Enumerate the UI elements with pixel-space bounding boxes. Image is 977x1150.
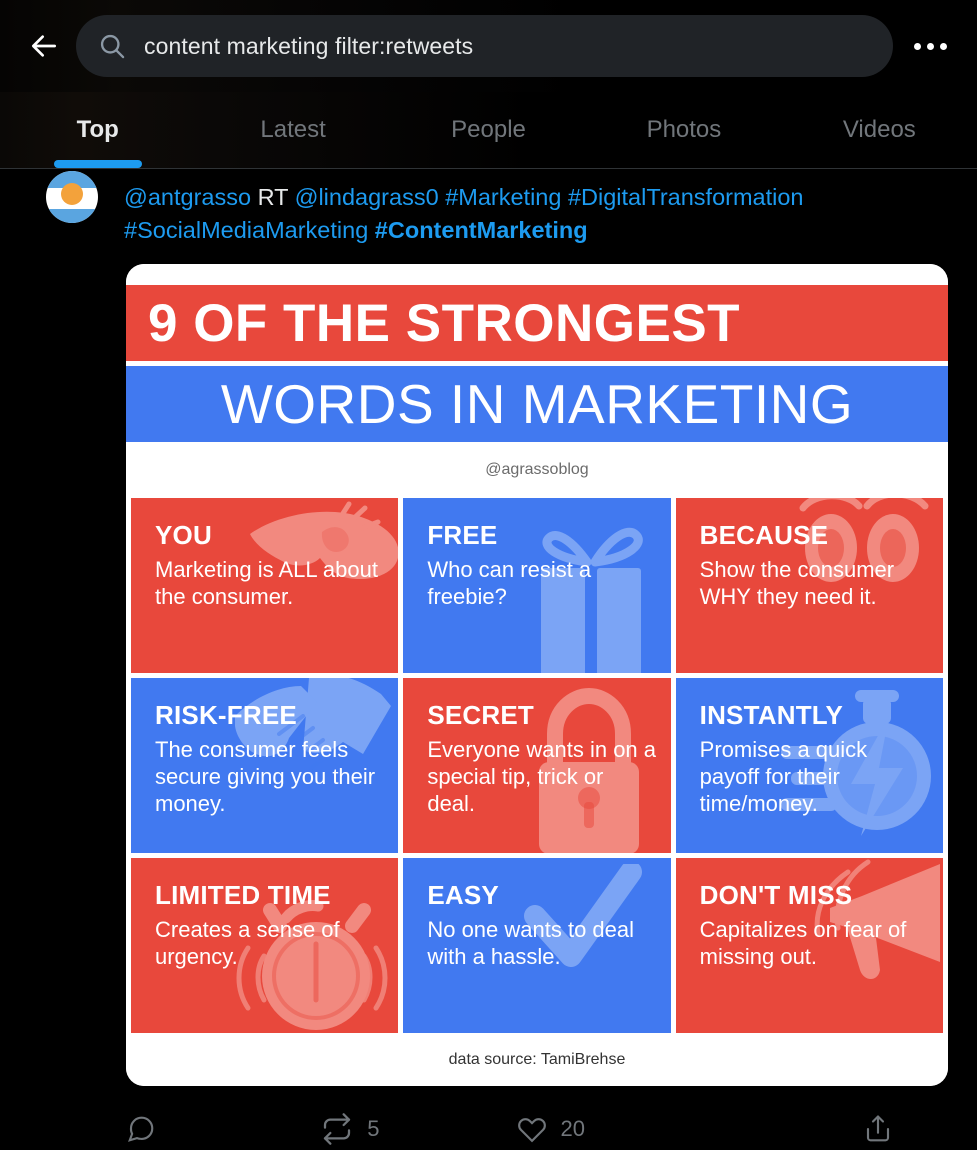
search-input[interactable]: content marketing filter:retweets — [76, 15, 893, 77]
hashtag-contentmarketing[interactable]: #ContentMarketing — [375, 217, 588, 243]
retweet-count: 5 — [367, 1116, 380, 1141]
card-word: FREE — [427, 520, 498, 550]
mention-antgrasso[interactable]: @antgrasso — [124, 184, 251, 210]
back-button[interactable] — [22, 24, 66, 68]
tweet-media-infographic[interactable]: 9 OF THE STRONGEST WORDS IN MARKETING @a… — [126, 264, 948, 1086]
card-desc: Marketing is ALL about the consumer. — [155, 557, 378, 609]
share-icon — [863, 1114, 893, 1144]
tweet-card[interactable]: @antgrasso RT @lindagrass0 #Marketing #D… — [0, 169, 977, 1150]
tab-latest[interactable]: Latest — [195, 92, 390, 168]
card-word: BECAUSE — [699, 520, 829, 550]
infographic-card: FREE Who can resist a freebie? — [403, 498, 671, 673]
card-desc: Creates a sense of urgency. — [155, 917, 340, 969]
card-desc: The consumer feels secure giving you the… — [155, 737, 376, 816]
infographic-card-grid: YOU Marketing is ALL about the consumer. — [126, 498, 948, 1033]
tab-label: People — [451, 116, 526, 143]
card-word: DON'T MISS — [699, 880, 853, 910]
search-query-text: content marketing filter:retweets — [144, 32, 474, 59]
hashtag-socialmediamarketing[interactable]: #SocialMediaMarketing — [124, 217, 368, 243]
infographic-card: EASY No one wants to deal with a hassle. — [403, 858, 671, 1033]
card-word: SECRET — [427, 700, 534, 730]
infographic-card: LIMITED TIME Creates a sense of urgency. — [131, 858, 399, 1033]
tab-label: Latest — [260, 116, 326, 143]
tab-videos[interactable]: Videos — [782, 92, 977, 168]
card-desc: Who can resist a freebie? — [427, 557, 592, 609]
infographic-card: INSTANTLY Promises a quick payoff for th… — [675, 678, 943, 853]
infographic-card: DON'T MISS Capitalizes on fear of missin… — [675, 858, 943, 1033]
card-word: YOU — [155, 520, 212, 550]
card-word: RISK-FREE — [155, 700, 297, 730]
infographic-source: data source: TamiBrehse — [126, 1033, 948, 1086]
tab-top[interactable]: Top — [0, 92, 195, 168]
active-tab-indicator — [53, 160, 142, 168]
like-button[interactable]: 20 — [517, 1114, 712, 1144]
top-app-bar: content marketing filter:retweets — [0, 0, 977, 92]
tab-people[interactable]: People — [391, 92, 586, 168]
card-desc: Capitalizes on fear of missing out. — [699, 917, 907, 969]
tab-label: Top — [76, 116, 119, 143]
tweet-action-bar: 5 20 — [126, 1104, 947, 1150]
card-desc: No one wants to deal with a hassle. — [427, 917, 635, 969]
card-desc: Promises a quick payoff for their time/m… — [699, 737, 868, 816]
reply-icon — [126, 1114, 156, 1144]
hashtag-marketing[interactable]: #Marketing — [445, 184, 561, 210]
share-button[interactable] — [712, 1114, 947, 1144]
hashtag-digitaltransformation[interactable]: #DigitalTransformation — [568, 184, 804, 210]
more-options-icon — [913, 42, 921, 50]
infographic-title-line1: 9 OF THE STRONGEST — [126, 285, 948, 361]
infographic-card: YOU Marketing is ALL about the consumer. — [131, 498, 399, 673]
tab-label: Videos — [842, 116, 916, 143]
card-desc: Everyone wants in on a special tip, tric… — [427, 737, 657, 816]
infographic-card: SECRET Everyone wants in on a special ti… — [403, 678, 671, 853]
search-icon — [98, 32, 126, 60]
card-desc: Show the consumer WHY they need it. — [699, 557, 895, 609]
infographic-card: RISK-FREE The consumer feels secure givi… — [131, 678, 399, 853]
avatar[interactable] — [46, 171, 98, 223]
mention-lindagrass0[interactable]: @lindagrass0 — [295, 184, 439, 210]
reply-button[interactable] — [126, 1114, 321, 1144]
card-word: EASY — [427, 880, 499, 910]
infographic-handle: @agrassoblog — [126, 442, 948, 498]
tab-label: Photos — [646, 116, 722, 143]
like-count: 20 — [560, 1116, 585, 1141]
retweet-button[interactable]: 5 — [321, 1113, 516, 1145]
twitter-search-results-screen: content marketing filter:retweets Top La… — [0, 0, 977, 1150]
infographic-title-line2: WORDS IN MARKETING — [126, 366, 948, 442]
more-options-button[interactable] — [905, 24, 955, 68]
card-word: INSTANTLY — [699, 700, 844, 730]
arrow-left-icon — [28, 30, 60, 62]
infographic-card: BECAUSE Show the consumer WHY they need … — [675, 498, 943, 673]
heart-icon — [517, 1114, 547, 1144]
retweet-icon — [321, 1113, 353, 1145]
search-tab-bar: Top Latest People Photos Videos — [0, 92, 977, 169]
tab-photos[interactable]: Photos — [586, 92, 781, 168]
tweet-text: @antgrasso RT @lindagrass0 #Marketing #D… — [124, 184, 804, 243]
card-word: LIMITED TIME — [155, 880, 331, 910]
